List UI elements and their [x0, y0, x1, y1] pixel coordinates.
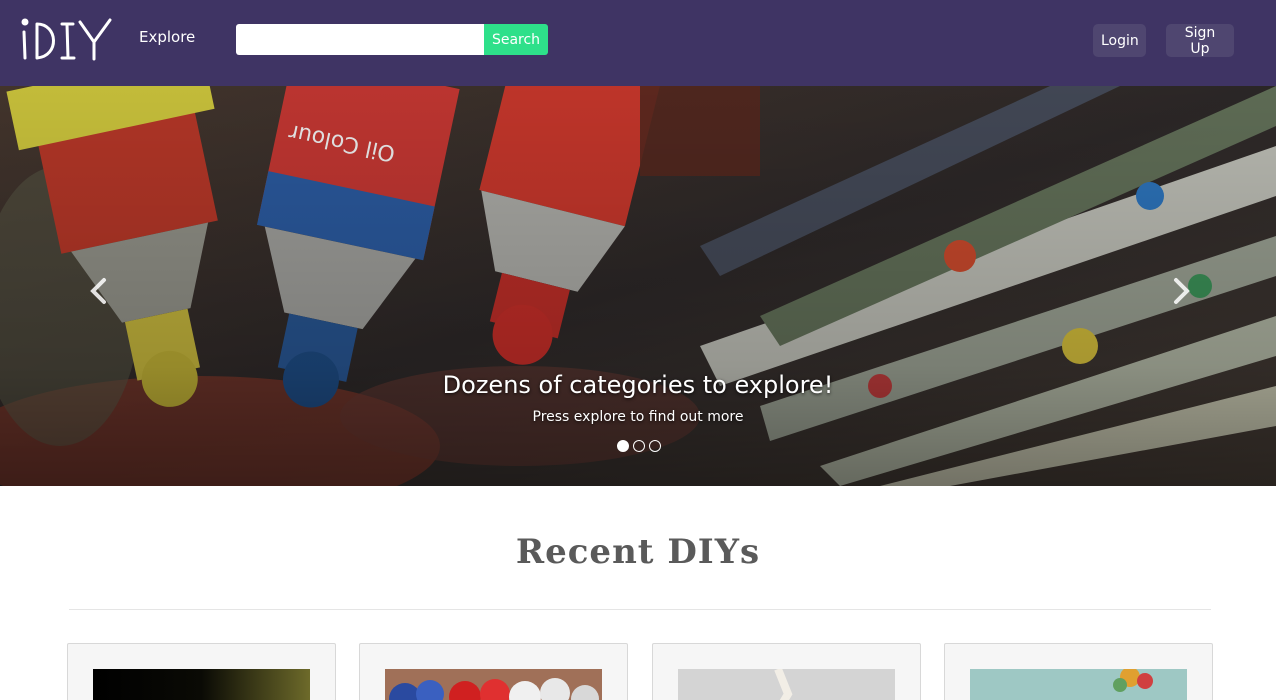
recent-diys-heading: Recent DIYs: [515, 532, 761, 572]
diy-card-image: [93, 669, 310, 700]
carousel-indicator-2[interactable]: [633, 440, 645, 452]
carousel-slide-image: Oil Colour: [0, 86, 1276, 486]
login-button[interactable]: Login: [1093, 24, 1146, 57]
diy-card[interactable]: [944, 643, 1213, 700]
navbar: Explore Search Login Sign Up: [0, 0, 1276, 86]
diy-card[interactable]: [359, 643, 628, 700]
carousel-caption-title: Dozens of categories to explore!: [442, 371, 834, 399]
carousel-indicator-3[interactable]: [649, 440, 661, 452]
carousel-indicator-1[interactable]: [617, 440, 629, 452]
brand-logo[interactable]: [20, 12, 120, 64]
section-divider: [69, 609, 1211, 610]
diy-card-image: [678, 669, 895, 700]
signup-button[interactable]: Sign Up: [1166, 24, 1234, 57]
diy-card-image: [385, 669, 602, 700]
hero-carousel: Oil Colour: [0, 86, 1276, 486]
carousel-prev-button[interactable]: [80, 276, 120, 306]
carousel-next-button[interactable]: [1160, 276, 1200, 306]
diy-card-image: [970, 669, 1187, 700]
nav-explore-link[interactable]: Explore: [139, 28, 195, 46]
search-input[interactable]: [236, 24, 484, 55]
diy-card[interactable]: [67, 643, 336, 700]
chevron-left-icon: [90, 278, 106, 304]
carousel-caption-subtitle: Press explore to find out more: [532, 409, 744, 425]
search-button[interactable]: Search: [484, 24, 548, 55]
search-form: Search: [236, 24, 548, 55]
diy-card[interactable]: [652, 643, 921, 700]
carousel-indicators: [617, 440, 661, 452]
chevron-right-icon: [1174, 278, 1190, 304]
brand-logo-icon: [21, 18, 112, 61]
